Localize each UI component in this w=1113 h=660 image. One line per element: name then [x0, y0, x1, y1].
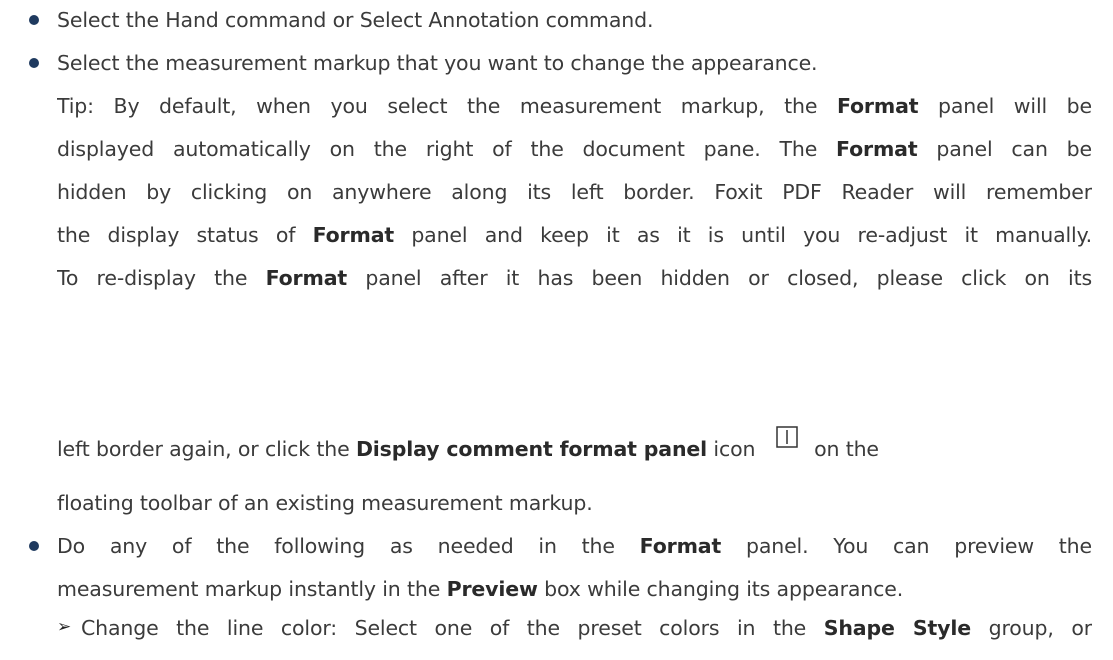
bullet-dot-icon	[29, 541, 39, 551]
tip-paragraph: Tip: By default, when you select the mea…	[57, 94, 1092, 290]
document-page: Select the Hand command or Select Annota…	[0, 0, 1113, 660]
bullet-dot-icon	[29, 58, 39, 68]
arrow-bullet-icon: ➢	[57, 617, 72, 637]
tip-line-icon: left border again, or click the Display …	[57, 426, 1092, 467]
tip-last-line: floating toolbar of an existing measurem…	[57, 491, 593, 515]
step-3: Do any of the following as needed in the…	[57, 534, 1092, 601]
bullet-dot-icon	[29, 15, 39, 25]
format-panel-icon	[775, 423, 798, 459]
sub-step-line-color: Change the line color: Select one of the…	[81, 616, 1092, 640]
step-1: Select the Hand command or Select Annota…	[57, 8, 654, 32]
step-2: Select the measurement markup that you w…	[57, 51, 818, 75]
